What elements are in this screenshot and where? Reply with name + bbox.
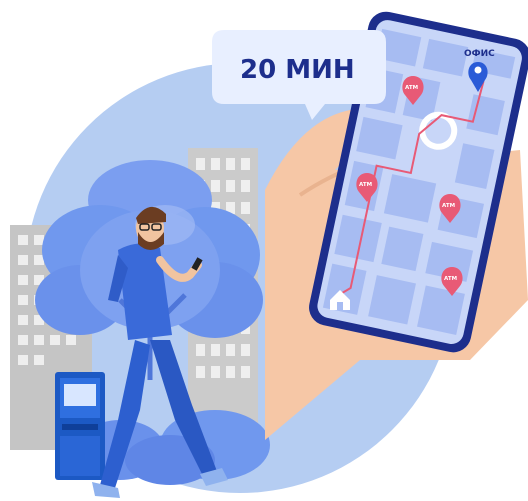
atm-pin-label: ATM [444, 276, 457, 282]
atm-pin-label: ATM [442, 203, 455, 209]
atm-pin-label: ATM [405, 85, 418, 91]
atm-pin-label: ATM [359, 182, 372, 188]
destination-label: ОФИС [464, 49, 495, 59]
atm-machine [55, 372, 105, 480]
time-label: 20 МИН [240, 55, 355, 85]
illustration-scene: ОФИС ATM ATM ATM ATM 20 МИН [10, 11, 528, 498]
